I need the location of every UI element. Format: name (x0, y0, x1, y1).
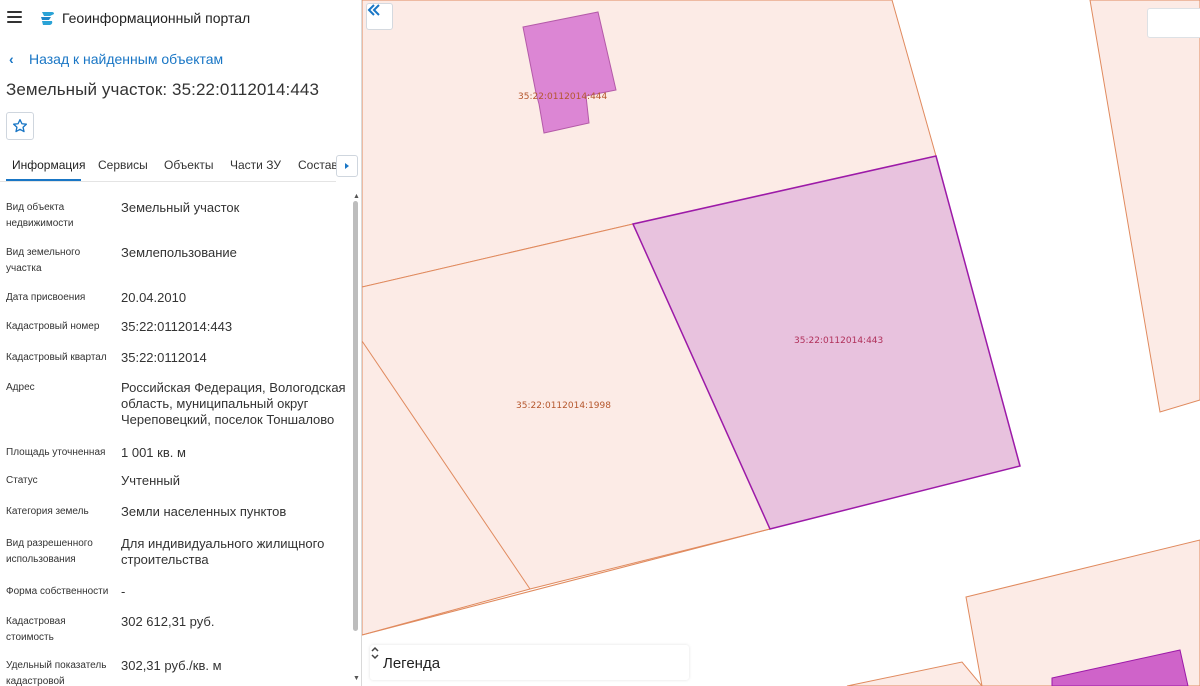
property-value: 35:22:0112014 (121, 350, 207, 365)
top-bar: Геоинформационный портал (0, 0, 361, 36)
tabs-scroll-right-button[interactable] (336, 155, 358, 177)
parcel-bottom-middle[interactable] (846, 661, 983, 686)
map-view[interactable]: 35:22:0112014:444 35:22:0112014:443 35:2… (362, 0, 1200, 686)
scroll-down-icon[interactable]: ▼ (353, 675, 360, 682)
property-label: Кадастровый номер (6, 321, 100, 332)
property-value: Учтенный (121, 473, 181, 488)
property-label: Вид земельного участка (6, 247, 81, 274)
property-label: Вид объекта недвижимости (6, 202, 74, 229)
parcel-label-443: 35:22:0112014:443 (794, 336, 883, 346)
property-label: Форма собственности (6, 586, 109, 597)
parcel-label-1998: 35:22:0112014:1998 (516, 401, 611, 411)
properties-scrollbar[interactable]: ▲ ▼ (352, 193, 360, 686)
property-value: 35:22:0112014:443 (121, 319, 233, 334)
tab-information[interactable]: Информация (12, 158, 85, 172)
favorite-button[interactable] (6, 112, 34, 140)
property-value: 20.04.2010 (121, 290, 187, 305)
map-control-box[interactable] (1147, 8, 1200, 38)
parcel-label-444: 35:22:0112014:444 (518, 92, 608, 102)
chevron-left-icon: ‹ (9, 51, 14, 67)
property-value: Для индивидуального жилищного строительс… (121, 536, 325, 567)
property-value: 1 001 кв. м (121, 445, 186, 460)
tab-objects[interactable]: Объекты (164, 158, 214, 172)
expand-collapse-icon[interactable] (370, 645, 380, 661)
property-value: - (121, 584, 126, 599)
property-label: Кадастровая стоимость (6, 616, 66, 643)
tab-bar: Информация Сервисы Объекты Части ЗУ Сост… (0, 150, 336, 182)
property-label: Удельный показатель кадастровой (6, 660, 107, 686)
menu-icon[interactable] (7, 11, 22, 23)
property-label: Статус (6, 475, 38, 486)
property-value: Земли населенных пунктов (121, 504, 287, 519)
portal-logo-icon (41, 12, 54, 25)
property-label: Дата присвоения (6, 292, 86, 303)
back-to-results-link[interactable]: ‹ Назад к найденным объектам (9, 51, 223, 67)
caret-right-icon (345, 163, 349, 169)
double-chevron-left-icon (367, 4, 380, 16)
tab-parcel-parts[interactable]: Части ЗУ (230, 158, 281, 172)
object-title: Земельный участок: 35:22:0112014:443 (6, 80, 320, 99)
side-panel: Геоинформационный портал ‹ Назад к найден… (0, 0, 362, 686)
property-label: Адрес (6, 382, 35, 393)
property-label: Категория земель (6, 506, 89, 517)
app-title: Геоинформационный портал (62, 10, 251, 26)
legend-label: Легенда (383, 655, 441, 672)
collapse-panel-button[interactable] (366, 3, 393, 30)
legend-panel[interactable]: Легенда (370, 645, 689, 680)
scrollbar-thumb[interactable] (353, 201, 358, 631)
parcel-right-edge[interactable] (1089, 0, 1200, 413)
property-label: Вид разрешенного использования (6, 538, 93, 565)
property-label: Кадастровый квартал (6, 352, 107, 363)
property-value: Земельный участок (121, 200, 240, 215)
property-label: Площадь уточненная (6, 447, 106, 458)
property-value: Российская Федерация, Вологодская област… (121, 380, 346, 427)
tab-services[interactable]: Сервисы (98, 158, 148, 172)
scroll-up-icon[interactable]: ▲ (353, 193, 360, 200)
map-canvas[interactable]: 35:22:0112014:444 35:22:0112014:443 35:2… (362, 0, 1200, 686)
back-link-label: Назад к найденным объектам (29, 51, 224, 67)
tab-composition[interactable]: Состав (298, 158, 336, 172)
active-tab-indicator (6, 179, 81, 181)
star-icon (13, 119, 27, 133)
properties-list: Вид объекта недвижимости Земельный участ… (0, 190, 350, 686)
property-value: 302 612,31 руб. (121, 614, 215, 629)
property-value: Землепользование (121, 245, 237, 260)
property-value: 302,31 руб./кв. м (121, 658, 222, 673)
